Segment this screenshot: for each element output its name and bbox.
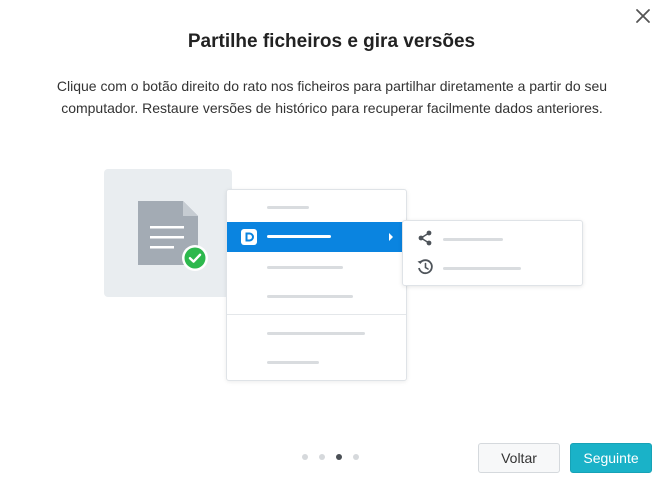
pagination-dots — [302, 454, 359, 460]
pagination-dot-4[interactable] — [353, 454, 359, 460]
dialog-title: Partilhe ficheiros e gira versões — [187, 31, 476, 52]
submenu-illustration — [402, 220, 583, 286]
app-logo-icon — [241, 229, 257, 245]
check-circle-icon — [182, 245, 208, 271]
menu-item-highlighted — [227, 222, 403, 252]
close-icon — [636, 9, 650, 23]
share-icon — [418, 230, 432, 246]
submenu-item-placeholder — [443, 267, 521, 270]
menu-item-placeholder — [267, 206, 309, 209]
pagination-dot-2[interactable] — [319, 454, 325, 460]
menu-item-bar — [267, 235, 331, 238]
pagination-dot-1[interactable] — [302, 454, 308, 460]
chevron-right-icon — [389, 233, 393, 241]
menu-item-placeholder — [267, 266, 343, 269]
context-menu-illustration — [226, 189, 407, 381]
next-button[interactable]: Seguinte — [570, 443, 652, 473]
menu-item-placeholder — [267, 361, 319, 364]
illustration-file-tile — [104, 169, 232, 297]
pagination-dot-3-active[interactable] — [336, 454, 342, 460]
menu-item-placeholder — [267, 295, 353, 298]
dialog-description: Clique com o botão direito do rato nos f… — [56, 78, 608, 116]
menu-item-placeholder — [267, 332, 365, 335]
close-button[interactable] — [631, 4, 655, 28]
history-icon — [417, 259, 433, 275]
menu-divider — [227, 314, 406, 315]
back-button[interactable]: Voltar — [478, 443, 560, 473]
submenu-item-placeholder — [443, 238, 503, 241]
